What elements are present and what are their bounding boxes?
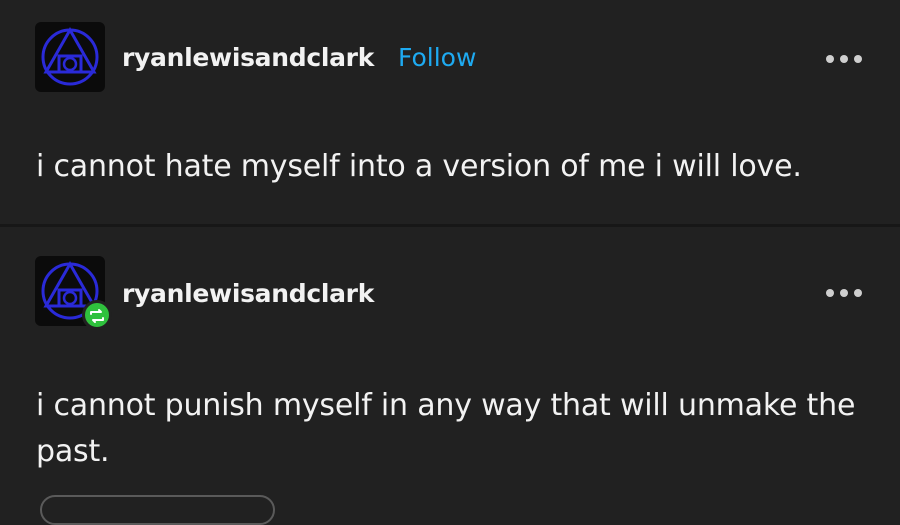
post-username[interactable]: ryanlewisandclark <box>122 43 374 72</box>
alchemy-symbol-icon <box>41 26 99 86</box>
avatar[interactable] <box>35 256 112 330</box>
reblog-icon <box>90 309 104 323</box>
post-card: ryanlewisandclark i cannot punish myself… <box>0 227 900 502</box>
post-body-text: i cannot punish myself in any way that w… <box>36 388 856 469</box>
more-options-icon[interactable] <box>826 51 866 67</box>
more-options-icon[interactable] <box>826 285 866 301</box>
reblog-badge <box>82 300 112 330</box>
follow-button[interactable]: Follow <box>398 43 476 72</box>
post-card: ryanlewisandclark Follow i cannot hate m… <box>0 0 900 224</box>
post-username[interactable]: ryanlewisandclark <box>122 279 374 308</box>
post-body-text: i cannot hate myself into a version of m… <box>36 149 802 184</box>
avatar[interactable] <box>35 22 105 92</box>
partial-tag-pill[interactable] <box>40 495 275 525</box>
